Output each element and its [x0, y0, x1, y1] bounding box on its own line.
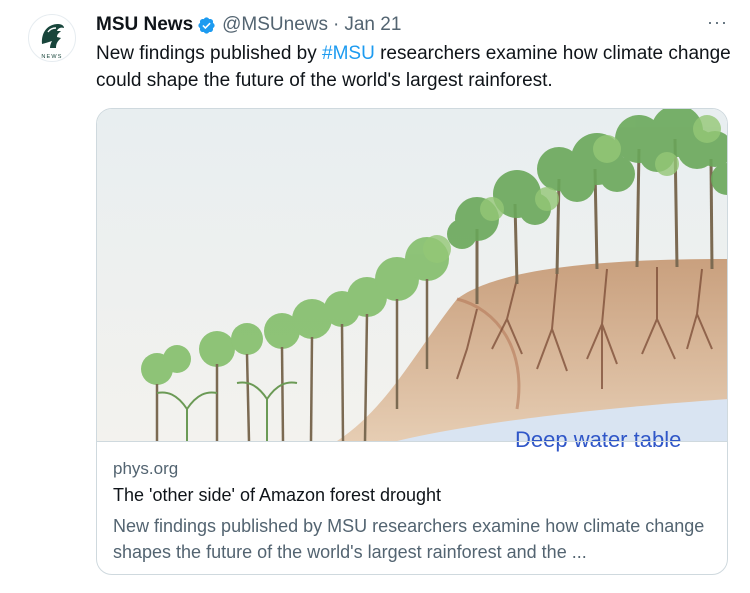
tweet-text-start: New findings published by: [96, 43, 323, 64]
hashtag-link[interactable]: #MSU: [322, 43, 375, 64]
more-options-icon[interactable]: ···: [707, 12, 728, 32]
card-image[interactable]: [97, 109, 727, 441]
tweet-header: MSU News @MSUnews · Jan 21: [96, 12, 730, 38]
tweet-text: New findings published by #MSU researche…: [96, 40, 736, 94]
tweet-date[interactable]: Jan 21: [344, 14, 401, 36]
card-title[interactable]: The 'other side' of Amazon forest drough…: [113, 485, 441, 506]
spartan-helmet-icon: NEWS: [28, 14, 76, 62]
card-domain: phys.org: [113, 459, 179, 478]
avatar[interactable]: NEWS: [28, 14, 76, 62]
link-card[interactable]: Deep water table phys.org The 'other sid…: [96, 108, 728, 575]
author-name[interactable]: MSU News: [96, 14, 193, 36]
rainforest-illustration: [97, 109, 727, 441]
separator: ·: [333, 14, 340, 35]
card-divider: [97, 441, 727, 442]
image-caption: Deep water table: [515, 427, 682, 452]
avatar-text: NEWS: [41, 54, 62, 60]
verified-badge-icon: [197, 16, 216, 35]
card-description: New findings published by MSU researcher…: [113, 516, 705, 562]
author-handle[interactable]: @MSUnews: [222, 14, 328, 36]
